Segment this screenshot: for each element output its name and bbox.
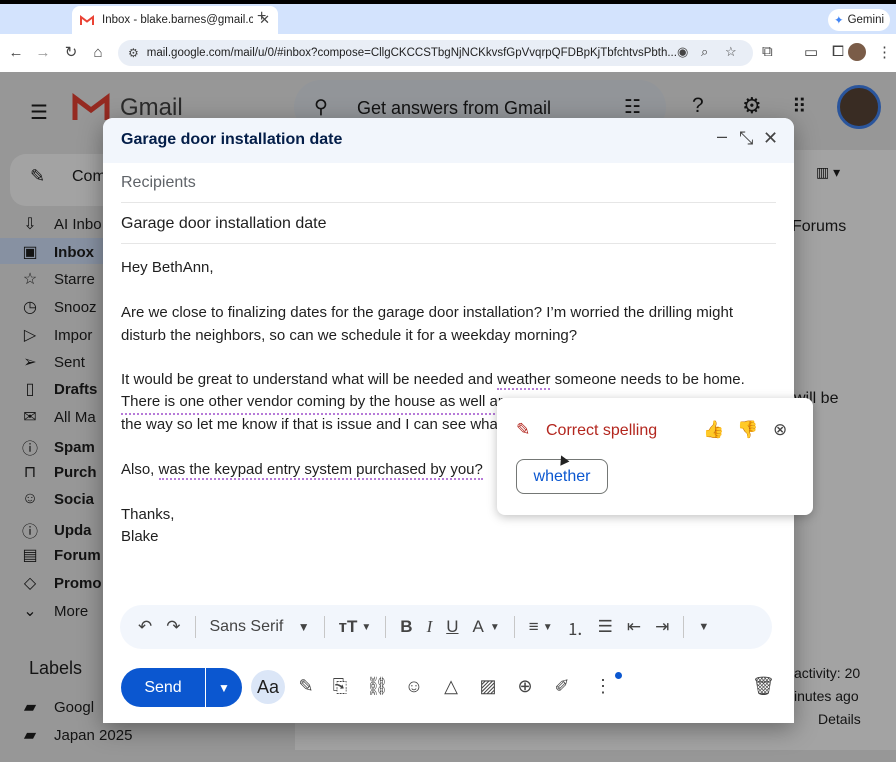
body-text: Also, bbox=[121, 461, 159, 478]
toolbar-divider bbox=[385, 616, 387, 638]
gemini-button[interactable]: ✦ Gemini bbox=[828, 9, 890, 31]
indent-more-icon[interactable]: ⇥ bbox=[655, 617, 669, 637]
bookmark-star-icon[interactable]: ☆ bbox=[725, 44, 737, 60]
minimize-icon[interactable]: – bbox=[717, 126, 727, 147]
recipients-field[interactable]: Recipients bbox=[121, 163, 776, 203]
body-line[interactable]: disturb the neighbors, so can we schedul… bbox=[121, 325, 577, 347]
new-tab-button[interactable]: + bbox=[257, 8, 266, 26]
forward-icon[interactable]: → bbox=[33, 44, 53, 62]
notification-dot bbox=[615, 672, 622, 679]
reading-list-icon[interactable]: ▭ bbox=[804, 43, 818, 61]
body-greeting[interactable]: Hey BethAnn, bbox=[121, 257, 214, 279]
send-button[interactable]: Send bbox=[121, 668, 205, 707]
insert-photo-icon[interactable]: ▨ bbox=[477, 676, 499, 697]
indent-less-icon[interactable]: ⇤ bbox=[627, 617, 641, 637]
font-family-select[interactable]: Sans Serif ▼ bbox=[210, 618, 310, 636]
body-text: It would be great to understand what wil… bbox=[121, 371, 498, 388]
spelling-suggestion-popup: ✎ Correct spelling 👍 👎 ⊗ whether bbox=[497, 398, 813, 515]
grammar-suggestion-text[interactable]: was the keypad entry system purchased by… bbox=[158, 461, 483, 480]
attach-file-icon[interactable]: ⎘ bbox=[329, 676, 351, 697]
thumbs-up-icon[interactable]: 👍 bbox=[703, 420, 724, 440]
gmail-favicon-icon bbox=[80, 14, 94, 26]
formatting-toolbar: ↶ ↷ Sans Serif ▼ тT ▼ B I U A ▼ ≡ ▼ ⒈ ☰ ⇤ ⇥… bbox=[120, 605, 772, 649]
body-line[interactable]: Are we close to finalizing dates for the… bbox=[121, 302, 733, 324]
media-icon[interactable]: ⧠ bbox=[832, 43, 844, 60]
magic-pen-icon: ✎ bbox=[516, 420, 531, 439]
chevron-down-icon: ▼ bbox=[297, 620, 310, 634]
bold-icon[interactable]: B bbox=[400, 617, 412, 637]
subject-field[interactable]: Garage door installation date bbox=[121, 204, 776, 244]
insert-link-icon[interactable]: ⛓ bbox=[366, 676, 389, 697]
body-line[interactable]: the way so let me know if that is issue … bbox=[121, 414, 498, 436]
thumbs-down-icon[interactable]: 👎 bbox=[737, 420, 758, 440]
undo-icon[interactable]: ↶ bbox=[138, 617, 152, 637]
body-name[interactable]: Blake bbox=[121, 526, 159, 548]
emoji-icon[interactable]: ☺ bbox=[403, 676, 425, 697]
redo-icon[interactable]: ↷ bbox=[166, 617, 180, 637]
font-family-label: Sans Serif bbox=[209, 618, 284, 635]
address-url: mail.google.com/mail/u/0/#inbox?compose=… bbox=[146, 47, 677, 59]
align-icon[interactable]: ≡ ▼ bbox=[529, 617, 553, 637]
profile-avatar[interactable] bbox=[848, 43, 866, 61]
home-icon[interactable]: ⌂ bbox=[88, 44, 108, 62]
bulleted-list-icon[interactable]: ☰ bbox=[598, 617, 613, 637]
body-line[interactable]: There is one other vendor coming by the … bbox=[121, 391, 503, 415]
gemini-label: Gemini bbox=[847, 14, 885, 26]
more-options-icon[interactable]: ⋮ bbox=[592, 676, 614, 697]
body-line[interactable]: Also, was the keypad entry system purcha… bbox=[121, 459, 483, 481]
font-size-icon[interactable]: тT ▼ bbox=[339, 617, 372, 637]
browser-tab-inbox[interactable]: Inbox - blake.barnes@gmail.c ✕ bbox=[72, 6, 278, 34]
address-bar[interactable]: ⚙ mail.google.com/mail/u/0/#inbox?compos… bbox=[118, 40, 753, 66]
help-me-write-icon[interactable]: ✎ bbox=[295, 676, 317, 697]
underline-icon[interactable]: U bbox=[446, 617, 458, 637]
site-info-icon[interactable]: ⚙ bbox=[128, 46, 139, 60]
back-icon[interactable]: ← bbox=[6, 44, 26, 62]
toolbar-divider bbox=[194, 616, 196, 638]
compose-title: Garage door installation date bbox=[121, 131, 343, 148]
italic-icon[interactable]: I bbox=[427, 617, 433, 637]
text-color-icon[interactable]: A ▼ bbox=[473, 617, 500, 637]
more-formatting-icon[interactable]: ▼ bbox=[698, 621, 709, 633]
gemini-icon: ✦ bbox=[833, 15, 844, 27]
discard-draft-trash-icon[interactable]: 🗑 bbox=[752, 676, 775, 697]
drive-icon[interactable]: △ bbox=[440, 676, 462, 697]
toolbar-divider bbox=[323, 616, 325, 638]
confidential-mode-icon[interactable]: ⊕ bbox=[514, 676, 536, 697]
formatting-options-button[interactable]: Aa bbox=[251, 670, 285, 704]
exit-fullscreen-icon[interactable]: ⤡ bbox=[739, 128, 753, 149]
reload-icon[interactable]: ↻ bbox=[61, 44, 81, 62]
zoom-icon[interactable]: ⌕ bbox=[701, 44, 708, 60]
extensions-icon[interactable]: ⧉ bbox=[762, 43, 773, 60]
numbered-list-icon[interactable]: ⒈ bbox=[567, 615, 584, 640]
send-options-chevron-icon[interactable]: ▼ bbox=[206, 668, 242, 707]
misspelled-word[interactable]: weather bbox=[497, 371, 551, 390]
tab-title: Inbox - blake.barnes@gmail.c bbox=[102, 14, 254, 26]
body-line[interactable]: It would be great to understand what wil… bbox=[121, 369, 745, 391]
body-signoff[interactable]: Thanks, bbox=[121, 504, 174, 526]
popup-title: Correct spelling bbox=[546, 422, 658, 439]
body-text: someone needs to be home. bbox=[550, 371, 745, 388]
tracking-eye-icon[interactable]: ◉ bbox=[677, 44, 688, 60]
toolbar-divider bbox=[683, 616, 685, 638]
dismiss-circle-close-icon[interactable]: ⊗ bbox=[773, 420, 787, 440]
close-icon[interactable]: ✕ bbox=[763, 128, 778, 149]
signature-icon[interactable]: ✐ bbox=[551, 676, 573, 697]
toolbar-divider bbox=[513, 616, 515, 638]
browser-menu-icon[interactable]: ⋮ bbox=[877, 43, 892, 61]
